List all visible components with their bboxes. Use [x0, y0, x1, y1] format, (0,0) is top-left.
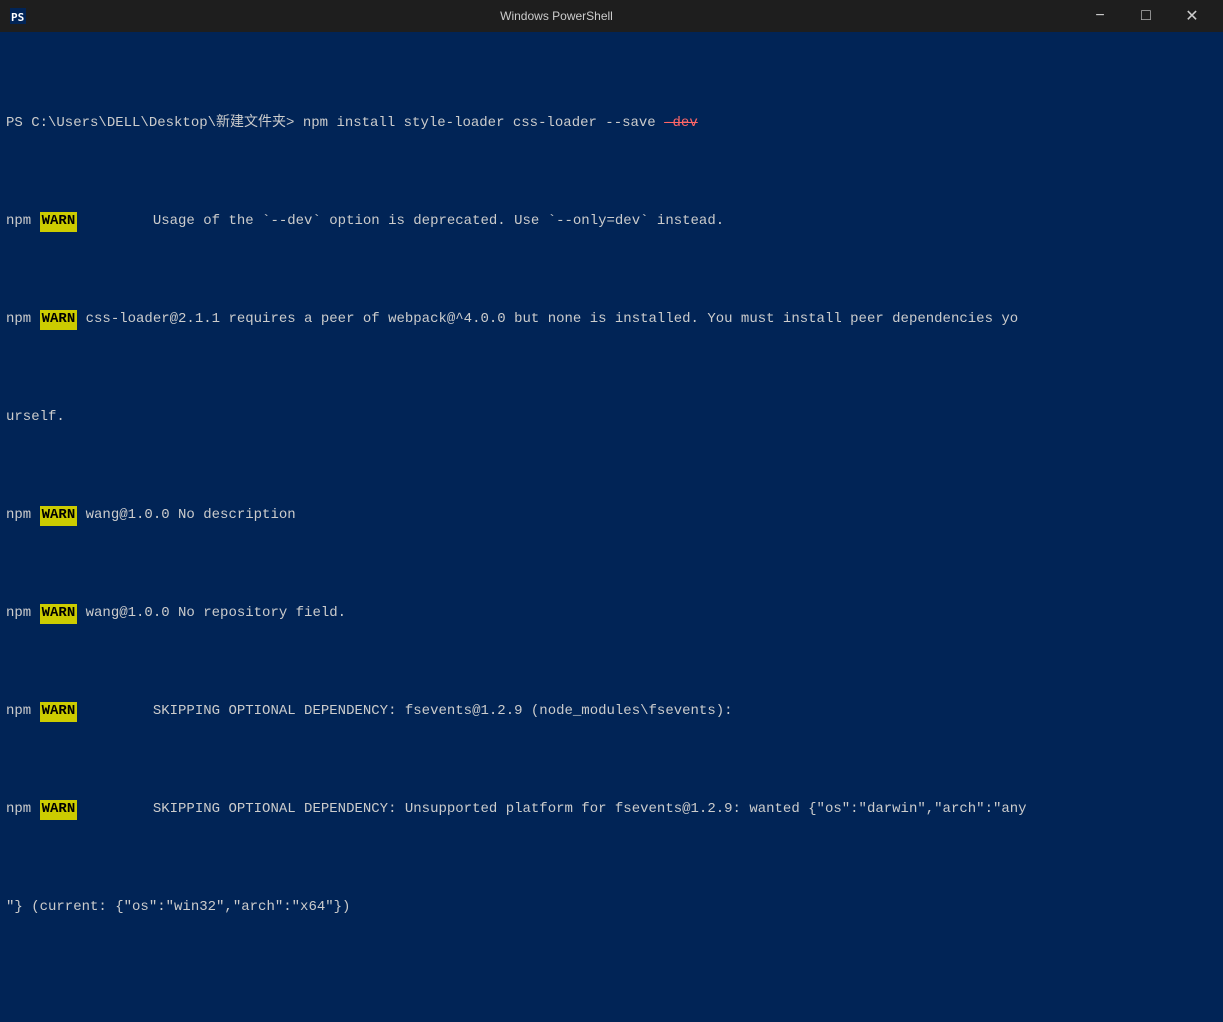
- title-bar: PS Windows PowerShell − □ ✕: [0, 0, 1223, 32]
- warn-text-3: wang@1.0.0 No description: [77, 506, 295, 526]
- npm-label-4: npm: [6, 604, 40, 624]
- terminal-line-10: [6, 996, 1217, 1016]
- terminal-line-8: npm WARN SKIPPING OPTIONAL DEPENDENCY: U…: [6, 800, 1217, 820]
- warn-text-2: css-loader@2.1.1 requires a peer of webp…: [77, 310, 1018, 330]
- npm-label-5: npm: [6, 702, 40, 722]
- warn-badge-2: WARN: [40, 310, 78, 330]
- terminal-line-6: npm WARN wang@1.0.0 No repository field.: [6, 604, 1217, 624]
- npm-label: npm: [6, 212, 40, 232]
- close-button[interactable]: ✕: [1169, 0, 1215, 32]
- warn-text-5: SKIPPING OPTIONAL DEPENDENCY: fsevents@1…: [77, 702, 732, 722]
- window-title: Windows PowerShell: [36, 9, 1077, 23]
- minimize-button[interactable]: −: [1077, 0, 1123, 32]
- terminal-line-4: urself.: [6, 408, 1217, 428]
- command-text: npm install style-loader css-loader --sa…: [303, 114, 664, 134]
- terminal-line-3: npm WARN css-loader@2.1.1 requires a pee…: [6, 310, 1217, 330]
- plain-text-2: "} (current: {"os":"win32","arch":"x64"}…: [6, 898, 350, 918]
- terminal-body[interactable]: PS C:\Users\DELL\Desktop\新建文件夹> npm inst…: [0, 32, 1223, 1022]
- npm-label-3: npm: [6, 506, 40, 526]
- warn-badge-3: WARN: [40, 506, 78, 526]
- flag-strikethrough: -dev: [664, 114, 698, 134]
- svg-text:PS: PS: [11, 11, 24, 24]
- warn-badge-4: WARN: [40, 604, 78, 624]
- maximize-button[interactable]: □: [1123, 0, 1169, 32]
- warn-text-1: Usage of the `--dev` option is deprecate…: [77, 212, 724, 232]
- npm-label-6: npm: [6, 800, 40, 820]
- prompt: PS C:\Users\DELL\Desktop\新建文件夹>: [6, 114, 303, 134]
- terminal-line-1: PS C:\Users\DELL\Desktop\新建文件夹> npm inst…: [6, 114, 1217, 134]
- warn-badge-1: WARN: [40, 212, 78, 232]
- terminal-line-5: npm WARN wang@1.0.0 No description: [6, 506, 1217, 526]
- terminal-line-7: npm WARN SKIPPING OPTIONAL DEPENDENCY: f…: [6, 702, 1217, 722]
- plain-text-1: urself.: [6, 408, 65, 428]
- warn-badge-5: WARN: [40, 702, 78, 722]
- npm-label-2: npm: [6, 310, 40, 330]
- terminal-line-2: npm WARN Usage of the `--dev` option is …: [6, 212, 1217, 232]
- warn-text-6: SKIPPING OPTIONAL DEPENDENCY: Unsupporte…: [77, 800, 1026, 820]
- warn-badge-6: WARN: [40, 800, 78, 820]
- powershell-icon: PS: [8, 6, 28, 26]
- window-controls: − □ ✕: [1077, 0, 1215, 32]
- terminal-line-9: "} (current: {"os":"win32","arch":"x64"}…: [6, 898, 1217, 918]
- warn-text-4: wang@1.0.0 No repository field.: [77, 604, 346, 624]
